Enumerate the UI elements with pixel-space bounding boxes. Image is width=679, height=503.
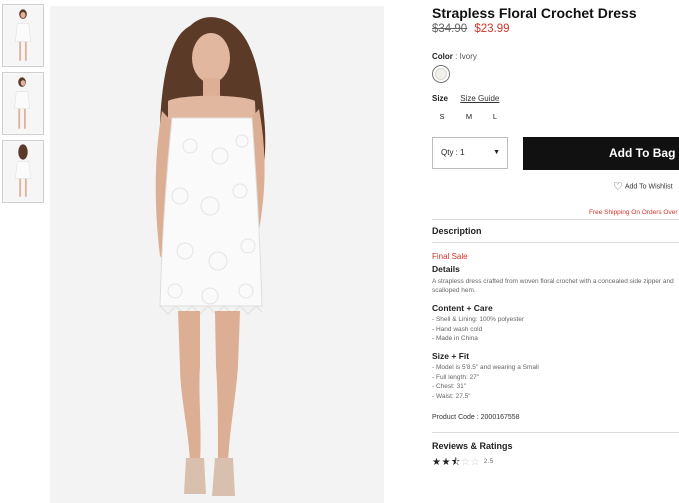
thumbnail-side-image [3,73,43,134]
product-title: Strapless Floral Crochet Dress [432,5,637,21]
content-care-item: - Made in China [432,335,478,342]
model-photo [50,6,384,503]
content-care-item: - Shell & Lining: 100% polyester [432,316,525,323]
description-header[interactable]: Description [432,226,482,236]
star-icon: ★ [441,457,451,468]
size-fit-item: - Chest: 31" [432,383,467,390]
size-option-m[interactable]: M [462,112,476,121]
quantity-select[interactable]: Qty : 1 ▼ [432,137,508,169]
details-header: Details [432,264,460,274]
thumbnail-front-image [3,5,43,66]
add-to-bag-button[interactable]: Add To Bag [523,137,679,170]
reviews-header[interactable]: Reviews & Ratings [432,441,513,451]
free-shipping-text: Free Shipping On Orders Over [589,209,678,216]
add-to-wishlist-link[interactable]: ♡ Add To Wishlist [613,180,673,193]
thumbnail-strip [2,4,46,208]
rating-value: 2.5 [483,459,494,466]
color-label: Color [432,52,453,61]
wishlist-label: Add To Wishlist [624,183,673,191]
size-fit-item: - Model is 5'8.5" and wearing a Small [432,364,539,371]
size-fit-list: - Model is 5'8.5" and wearing a Small - … [432,363,539,401]
final-sale-label: Final Sale [432,252,468,261]
details-text: A strapless dress crafted from woven flo… [432,278,674,294]
divider [432,242,679,243]
divider [432,432,679,433]
price-row: $34.90 $23.99 [432,23,510,35]
size-fit-header: Size + Fit [432,351,470,361]
thumbnail-side[interactable] [2,72,44,135]
heart-outline-icon: ♡ [613,181,623,193]
product-code: Product Code : 2000167558 [432,414,520,421]
sale-price: $23.99 [474,23,510,35]
content-care-list: - Shell & Lining: 100% polyester - Hand … [432,315,524,344]
content-care-header: Content + Care [432,303,493,313]
divider [432,219,679,220]
content-care-item: - Hand wash cold [432,325,483,333]
quantity-value: Qty : 1 [441,148,465,157]
original-price: $34.90 [432,23,468,35]
star-half-icon: ⯪ [450,457,461,468]
main-product-image [50,6,384,503]
thumbnail-back[interactable] [2,140,44,203]
color-swatch-ivory[interactable] [432,65,450,83]
star-rating[interactable]: ★★⯪☆☆ 2.5 [432,455,494,472]
size-fit-item: - Full length: 27" [432,373,480,381]
size-option-s[interactable]: S [435,112,449,121]
size-fit-item: - Waist: 27.5" [432,392,471,400]
star-outline-icon: ☆ [460,457,471,468]
size-option-l[interactable]: L [488,112,502,121]
product-info-panel: Strapless Floral Crochet Dress $34.90 $2… [432,0,679,503]
color-value: : Ivory [455,52,477,61]
size-row: Size Size Guide [432,94,499,103]
thumbnail-back-image [3,141,43,202]
color-row: Color : Ivory [432,52,477,61]
thumbnail-front[interactable] [2,4,44,67]
size-label: Size [432,94,449,103]
caret-down-icon: ▼ [493,149,500,156]
star-outline-icon: ☆ [470,457,480,468]
size-guide-link[interactable]: Size Guide [460,94,499,103]
